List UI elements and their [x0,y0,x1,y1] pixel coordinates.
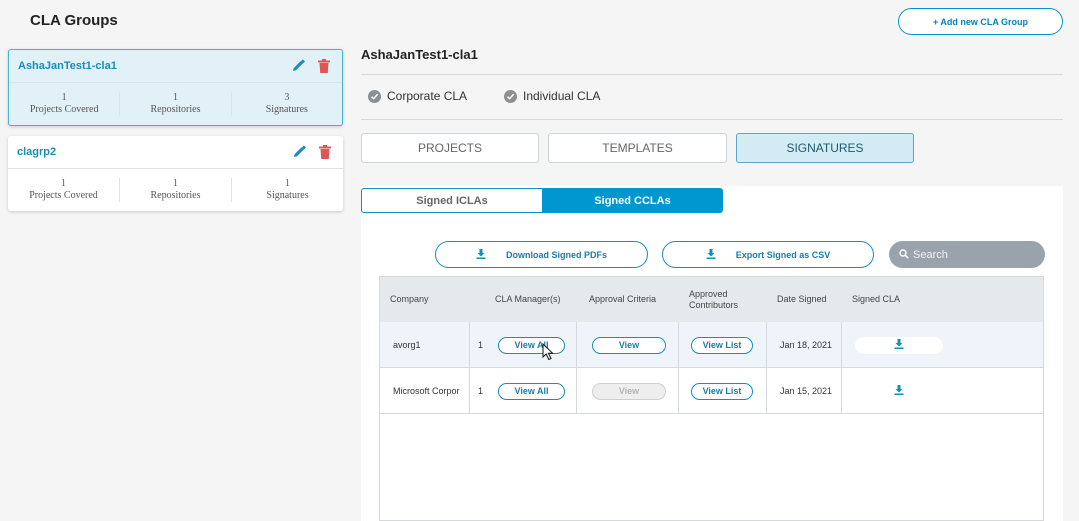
cla-group-card[interactable]: AshaJanTest1-cla1 1 Projects Covered 1 Rep… [8,49,343,126]
column-divider [469,322,470,414]
stat-label: Repositories [150,190,201,201]
date-signed-cell: Jan 18, 2021 [780,340,833,350]
export-csv-button[interactable]: Export Signed as CSV [662,241,874,268]
manager-count: 1 [478,386,484,396]
stat-label: Projects Covered [29,190,98,201]
column-divider [576,322,577,414]
column-header: Approved Contributors [689,277,738,322]
mouse-cursor-icon [542,342,555,366]
stat-value: 1 [173,178,178,189]
table-row: avorg1 1 View All View View List Jan 18,… [380,322,1043,368]
cla-type-label: Corporate CLA [387,89,468,103]
view-contributors-list-button[interactable]: View List [691,382,753,400]
column-divider [766,322,767,414]
view-contributors-list-button[interactable]: View List [691,336,753,354]
table-header: Company CLA Manager(s) Approval Criteria… [380,277,1043,322]
date-signed-cell: Jan 15, 2021 [780,386,833,396]
detail-title: AshaJanTest1-cla1 [361,47,478,62]
stat-value: 1 [61,92,67,103]
divider [361,74,1063,75]
projects-covered-stat: 1 Projects Covered [8,178,119,202]
column-header: Signed CLA [852,294,901,304]
search-icon [899,246,909,264]
manager-count: 1 [478,340,484,350]
signatures-table: Company CLA Manager(s) Approval Criteria… [379,276,1044,521]
edit-icon[interactable] [290,143,308,161]
cla-group-card[interactable]: clagrp2 1 Projects Covered 1 Repositories … [8,136,343,211]
stat-value: 1 [172,92,178,103]
download-icon [894,385,904,397]
individual-cla-type: Individual CLA [504,89,600,103]
tab-templates[interactable]: TEMPLATES [548,133,727,163]
column-header: CLA Manager(s) [495,294,561,304]
add-cla-group-button[interactable]: + Add new CLA Group [898,8,1063,35]
column-header: Date Signed [777,294,827,304]
column-divider [678,322,679,414]
download-signed-cla-button[interactable] [855,383,943,400]
header-line: Contributors [689,299,739,310]
stat-label: Projects Covered [29,104,99,115]
divider [361,119,1063,120]
search-box[interactable] [889,241,1045,268]
signatures-stat: 3 Signatures [230,92,342,116]
download-icon [476,248,486,261]
table-row: Microsoft Corpor 1 View All View View Li… [380,368,1043,414]
view-approval-criteria-button[interactable]: View [592,382,666,400]
download-icon [894,339,904,351]
edit-icon[interactable] [289,57,307,75]
cla-type-label: Individual CLA [523,89,601,103]
stat-value: 1 [285,178,290,189]
page-title: CLA Groups [30,12,118,29]
projects-covered-stat: 1 Projects Covered [9,92,119,116]
stat-value: 1 [61,178,66,189]
column-header: Company [390,294,429,304]
signatures-stat: 1 Signatures [231,178,343,202]
check-circle-icon [504,89,517,103]
stat-label: Signatures [265,104,308,115]
delete-icon[interactable] [315,57,333,75]
check-circle-icon [368,89,381,103]
cla-group-name[interactable]: clagrp2 [17,146,282,158]
download-signed-cla-button[interactable] [855,336,943,354]
column-header: Approval Criteria [589,294,657,304]
company-cell: avorg1 [393,340,421,350]
download-signed-pdfs-button[interactable]: Download Signed PDFs [435,241,648,268]
company-cell: Microsoft Corpor [393,386,460,396]
view-approval-criteria-button[interactable]: View [592,336,666,354]
stat-value: 3 [284,92,290,103]
button-label: Export Signed as CSV [735,249,831,260]
tab-signed-iclas[interactable]: Signed ICLAs [361,188,543,213]
cla-group-name[interactable]: AshaJanTest1-cla1 [18,60,281,72]
corporate-cla-type: Corporate CLA [368,89,467,103]
header-line: Approved [689,288,728,299]
search-input[interactable] [913,248,1033,261]
view-all-managers-button[interactable]: View All [498,382,565,400]
download-icon [706,248,716,261]
tab-projects[interactable]: PROJECTS [361,133,539,163]
button-label: Download Signed PDFs [505,249,607,260]
stat-label: Signatures [266,190,309,201]
tab-signed-cclas[interactable]: Signed CCLAs [542,188,723,213]
repositories-stat: 1 Repositories [119,178,231,202]
repositories-stat: 1 Repositories [119,92,230,116]
delete-icon[interactable] [316,143,334,161]
stat-label: Repositories [150,104,201,115]
column-divider [841,322,842,414]
tab-signatures[interactable]: SIGNATURES [736,133,914,163]
